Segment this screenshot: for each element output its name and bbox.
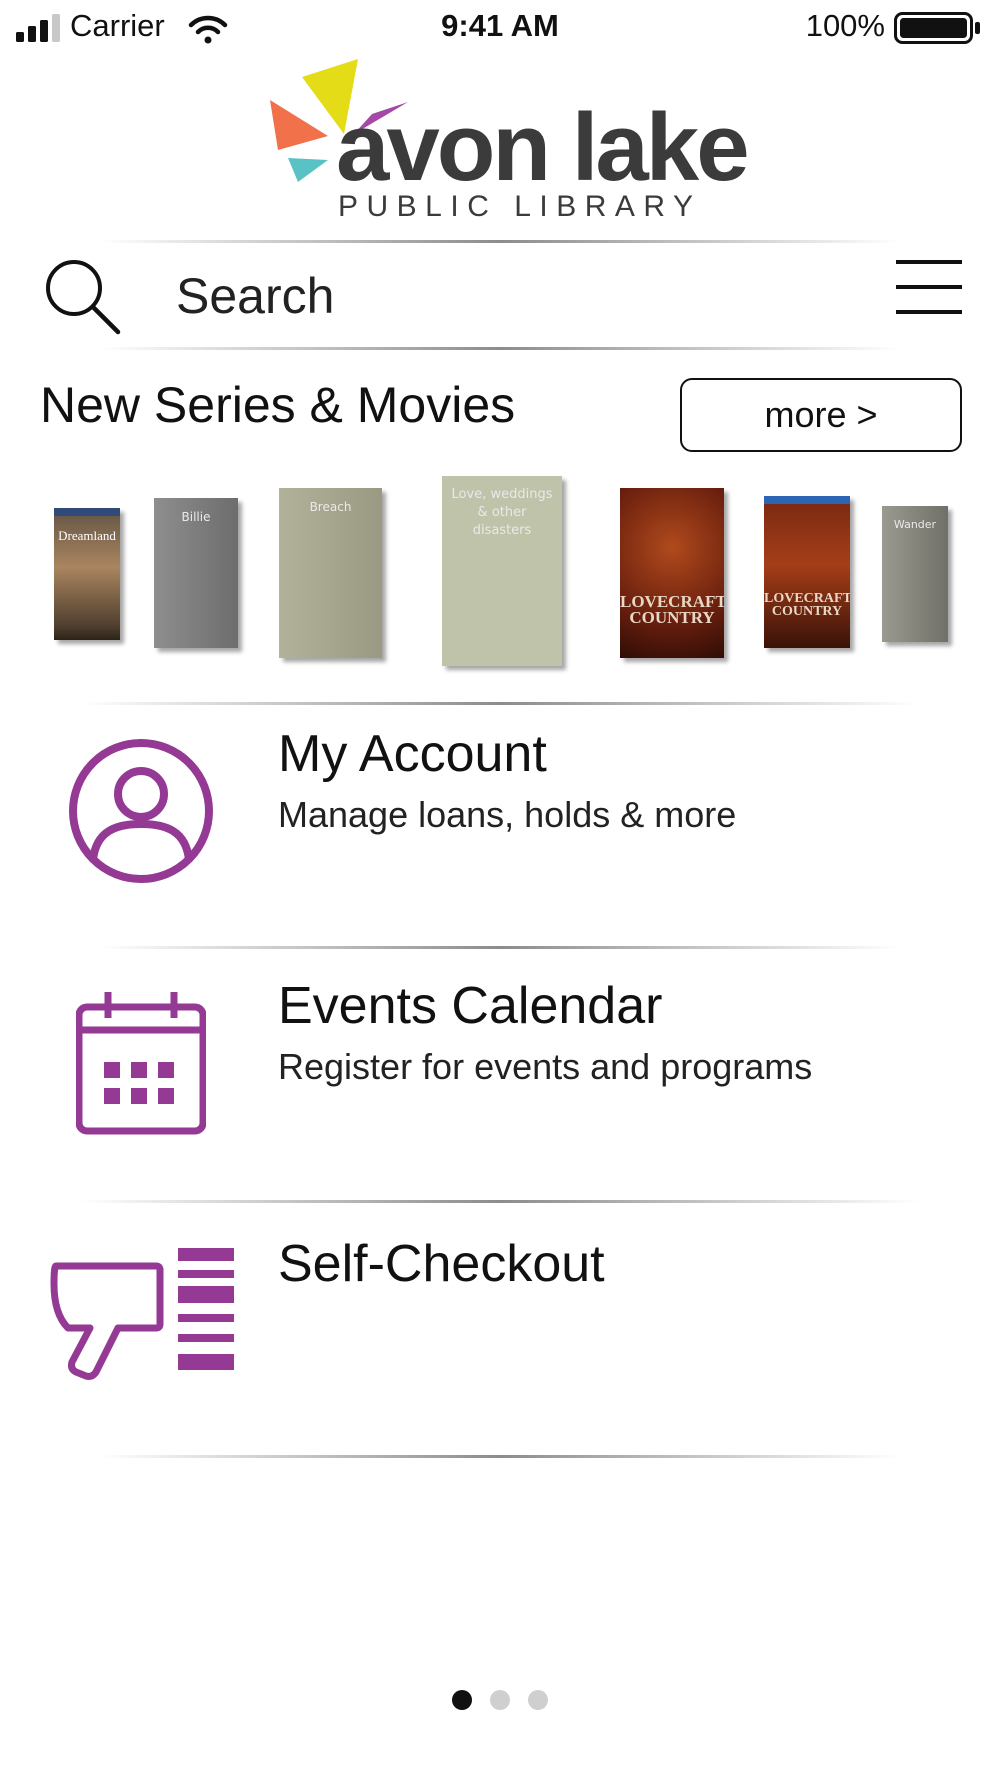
divider (80, 1200, 920, 1203)
my-account-row[interactable]: My Account Manage loans, holds & more (0, 706, 1000, 946)
more-button[interactable]: more > (680, 378, 962, 452)
divider (100, 347, 900, 350)
logo-subtitle: PUBLIC LIBRARY (338, 190, 702, 223)
cover-title: Billie (181, 510, 211, 524)
user-account-icon (69, 739, 213, 883)
divider (80, 702, 920, 705)
events-calendar-row[interactable]: Events Calendar Register for events and … (0, 950, 1000, 1200)
self-checkout-row[interactable]: Self-Checkout (0, 1204, 1000, 1454)
battery-percent: 100% (805, 8, 885, 43)
cover-item[interactable]: Love, weddings & other disasters (442, 476, 562, 666)
battery-icon (894, 12, 980, 44)
cover-item[interactable]: Breach (279, 488, 382, 658)
cover-title: LOVECRAFT COUNTRY (764, 591, 850, 620)
page-dot-active[interactable] (452, 1690, 472, 1710)
cover-item[interactable]: Billie (154, 498, 238, 648)
status-bar: Carrier 9:41 AM 100% (0, 0, 1000, 56)
cover-title: Love, weddings & other disasters (451, 487, 553, 538)
events-calendar-subtitle: Register for events and programs (278, 1046, 813, 1087)
cover-carousel[interactable]: Dreamland Billie Breach Love, weddings &… (0, 470, 1000, 670)
cover-title: Wander (893, 518, 937, 531)
search-input[interactable] (176, 262, 816, 330)
cover-title: Dreamland (58, 528, 116, 543)
cover-item[interactable]: LOVECRAFT COUNTRY (620, 488, 724, 658)
cover-title: Breach (309, 500, 352, 514)
cover-item[interactable]: Wander (882, 506, 948, 642)
my-account-subtitle: Manage loans, holds & more (278, 794, 737, 835)
calendar-icon (76, 992, 206, 1135)
divider (100, 946, 900, 949)
divider (100, 240, 900, 243)
page-dot[interactable] (490, 1690, 510, 1710)
hamburger-menu-icon[interactable] (896, 258, 962, 316)
page-dot[interactable] (528, 1690, 548, 1710)
logo-wordmark: avon lake (336, 94, 750, 201)
cover-item[interactable]: Dreamland (54, 508, 120, 640)
cover-item[interactable]: LOVECRAFT COUNTRY (764, 496, 850, 648)
search-icon[interactable] (44, 258, 122, 336)
cover-title: LOVECRAFT COUNTRY (620, 592, 724, 628)
section-title: New Series & Movies (40, 377, 516, 433)
divider (100, 1455, 900, 1458)
self-checkout-title: Self-Checkout (278, 1235, 605, 1293)
page-indicator[interactable] (452, 1690, 562, 1710)
my-account-title: My Account (278, 725, 547, 783)
events-calendar-title: Events Calendar (278, 977, 663, 1035)
barcode-scanner-icon (50, 1248, 234, 1380)
